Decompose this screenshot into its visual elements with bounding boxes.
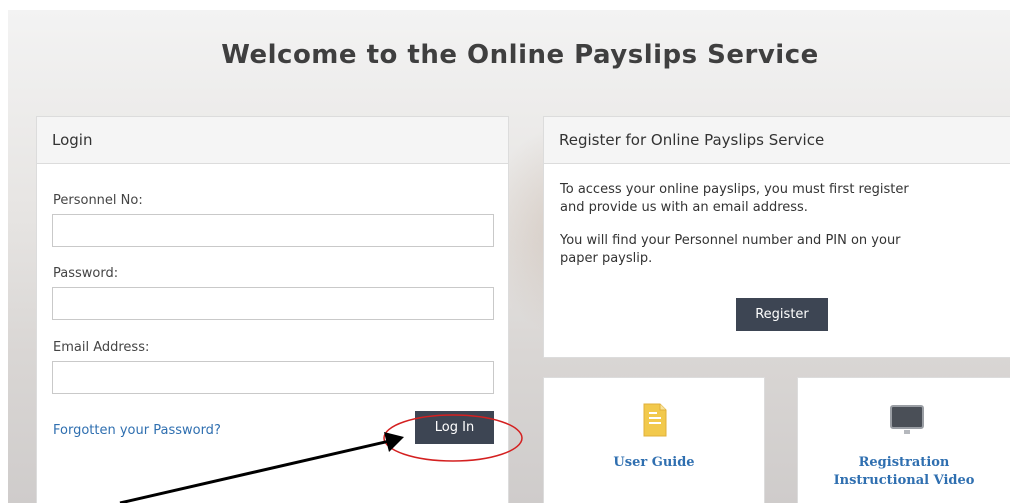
personnel-input[interactable]	[52, 214, 494, 247]
register-text-1-line1: To access your online payslips, you must…	[560, 182, 909, 197]
user-guide-label[interactable]: User Guide	[544, 454, 764, 472]
register-panel: Register for Online Payslips Service To …	[543, 116, 1010, 358]
forgot-password-link[interactable]: Forgotten your Password?	[53, 423, 221, 438]
login-panel: Login Personnel No: Password: Email Addr…	[36, 116, 509, 503]
registration-video-tile[interactable]: Registration Instructional Video	[797, 377, 1010, 503]
registration-video-label[interactable]: Registration Instructional Video	[798, 454, 1010, 490]
registration-video-label-line1: Registration	[858, 455, 950, 470]
registration-video-label-line2: Instructional Video	[833, 473, 975, 488]
monitor-icon	[890, 405, 924, 434]
register-text-2: You will find your Personnel number and …	[560, 232, 1000, 268]
password-input[interactable]	[52, 287, 494, 320]
register-text-1: To access your online payslips, you must…	[560, 181, 1000, 217]
register-text-2-line2: paper payslip.	[560, 251, 653, 266]
register-text-2-line1: You will find your Personnel number and …	[560, 233, 901, 248]
register-text-1-line2: and provide us with an email address.	[560, 200, 808, 215]
email-input[interactable]	[52, 361, 494, 394]
login-button[interactable]: Log In	[415, 411, 494, 444]
password-label: Password:	[53, 266, 119, 281]
document-icon	[643, 403, 667, 437]
register-button[interactable]: Register	[736, 298, 828, 331]
email-label: Email Address:	[53, 340, 150, 355]
login-heading: Login	[37, 117, 508, 164]
personnel-label: Personnel No:	[53, 193, 143, 208]
user-guide-tile[interactable]: User Guide	[543, 377, 765, 503]
register-heading: Register for Online Payslips Service	[544, 117, 1010, 164]
page-title: Welcome to the Online Payslips Service	[221, 40, 819, 70]
